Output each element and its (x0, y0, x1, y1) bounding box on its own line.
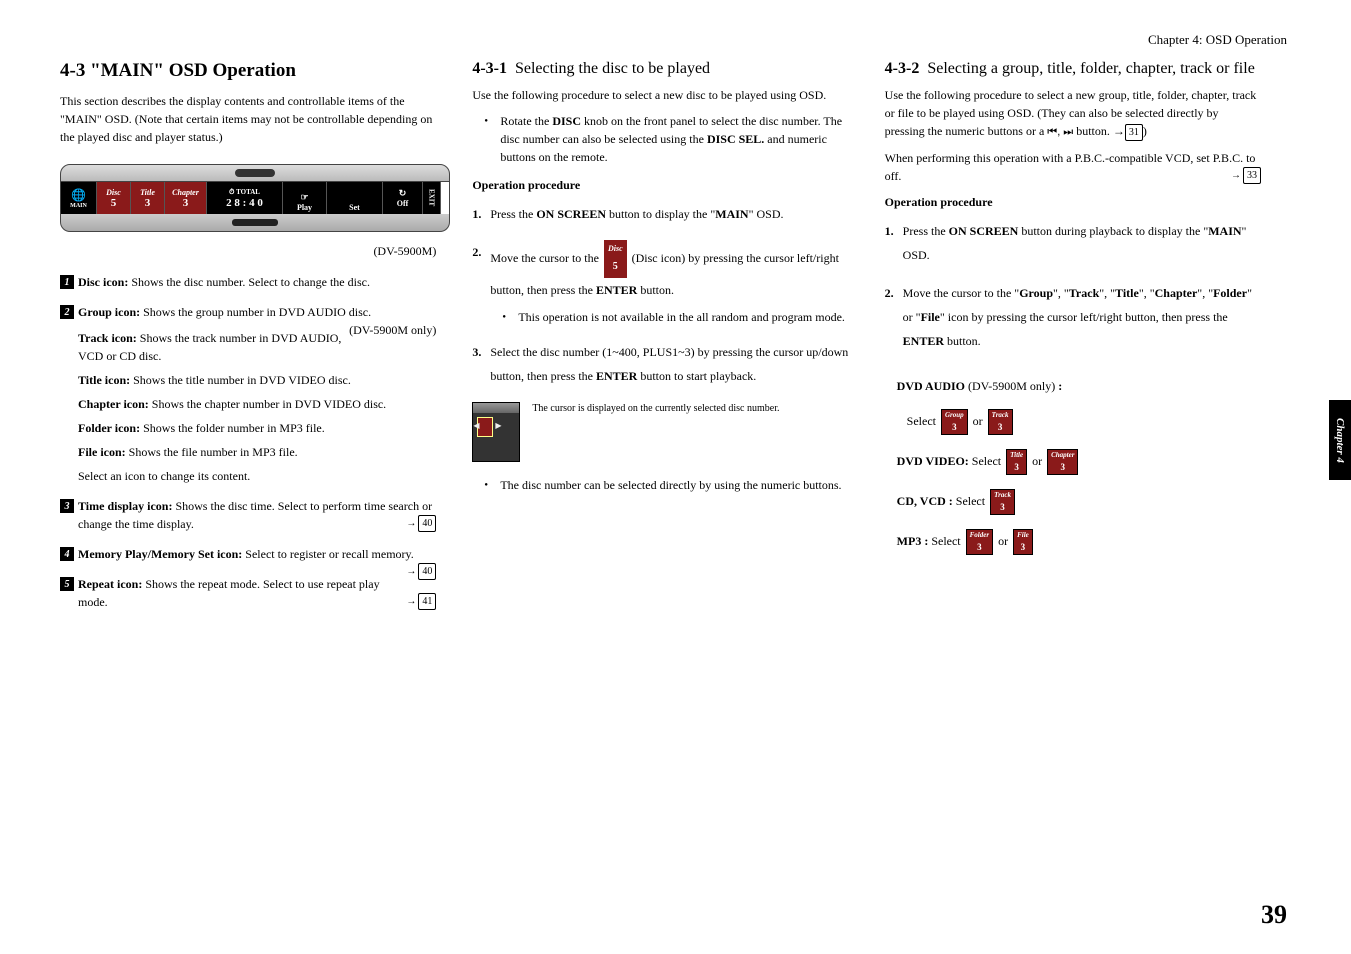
sub431-op-head: Operation procedure (472, 176, 848, 194)
section-intro: This section describes the display conte… (60, 92, 436, 146)
osd-title-label: Title (140, 188, 155, 197)
item-5-lead: Repeat icon: (78, 577, 142, 591)
section-heading: 4-3 "MAIN" OSD Operation (60, 60, 436, 82)
item-3-pageref: 40 (406, 515, 436, 532)
item-1-body: Shows the disc number. Select to change … (128, 275, 370, 289)
sub431-step3: 3. Select the disc number (1~400, PLUS1~… (472, 340, 848, 388)
sub432-op-head: Operation procedure (885, 193, 1261, 211)
track-chip-icon: Track3 (988, 409, 1013, 435)
osd-main-label: MAIN (70, 203, 87, 209)
hand-icon: ☞ (300, 192, 308, 203)
item-2-sub3-lead: Folder icon: (78, 421, 140, 435)
dvdv-line: DVD VIDEO: Select Title3 or Chapter3 (897, 449, 1261, 475)
sub-432-heading: 4-3-2 Selecting a group, title, folder, … (885, 60, 1261, 78)
osd-chapter-label: Chapter (172, 188, 199, 197)
cdvcd-line: CD, VCD : Select Track3 (897, 489, 1261, 515)
mp3-line: MP3 : Select Folder3 or File3 (897, 529, 1261, 555)
disc-chip-icon: Disc5 (604, 240, 627, 278)
title-chip-icon: Title3 (1006, 449, 1027, 475)
item-2-sub0-lead: Track icon: (78, 331, 137, 345)
osd-play-label: Play (297, 203, 312, 212)
osd-disc-value: 5 (111, 197, 117, 209)
column-3: 4-3-2 Selecting a group, title, folder, … (885, 60, 1261, 623)
item-4: 4 Memory Play/Memory Set icon: Select to… (60, 545, 436, 563)
item-3-lead: Time display icon: (78, 499, 172, 513)
item-2-sub2-lead: Chapter icon: (78, 397, 149, 411)
repeat-icon: ↻ (399, 188, 407, 199)
item-2-sub4-body: Shows the file number in MP3 file. (126, 445, 298, 459)
page-number: 39 (1261, 900, 1287, 930)
osd-exit-label: EXIT (428, 189, 436, 206)
thumbnail-row: ◀ ▶ The cursor is displayed on the curre… (472, 402, 848, 462)
clock-icon: ⏱ (229, 188, 234, 196)
item-1-lead: Disc icon: (78, 275, 128, 289)
track-chip2-icon: Track3 (990, 489, 1015, 515)
osd-time-value: 2 8 : 4 0 (226, 197, 263, 209)
column-2: 4-3-1 Selecting the disc to be played Us… (472, 60, 848, 623)
file-chip-icon: File3 (1013, 529, 1033, 555)
sub432-note-pageref: 33 (1231, 167, 1261, 184)
item-2-lead: Group icon: (78, 305, 140, 319)
sub431-step2: 2. Move the cursor to the Disc5 (Disc ic… (472, 240, 848, 326)
sub432-step2: 2. Move the cursor to the "Group", "Trac… (885, 281, 1261, 353)
osd-chapter-value: 3 (183, 197, 189, 209)
item-2-tail: Select an icon to change its content. (78, 467, 436, 485)
thumbnail-caption: The cursor is displayed on the currently… (532, 402, 848, 416)
osd-set-label: Set (349, 203, 360, 212)
side-tab: Chapter 4 (1329, 400, 1351, 480)
item-3: 3 Time display icon: Shows the disc time… (60, 497, 436, 533)
sub432-note: When performing this operation with a P.… (885, 149, 1261, 185)
sub431-final-bullet: The disc number can be selected directly… (472, 476, 848, 494)
sub431-rotate-bullet: Rotate the DISC knob on the front panel … (472, 112, 848, 166)
callout-3-icon: 3 (60, 499, 74, 513)
group-chip-icon: Group3 (941, 409, 968, 435)
osd-total-label: TOTAL (236, 188, 260, 196)
skip-buttons-icon: ⏮, ⏭ (1047, 126, 1073, 138)
item-2-sub1-lead: Title icon: (78, 373, 130, 387)
osd-globe-icon: 🌐 (71, 188, 86, 203)
sub431-step2-bullet: This operation is not available in the a… (490, 308, 848, 326)
main-osd-graphic: 🌐 MAIN Disc 5 Title 3 Chapter 3 ⏱ TOTAL (60, 164, 450, 240)
item-5-pageref: 41 (406, 593, 436, 610)
osd-disc-label: Disc (106, 188, 121, 197)
folder-chip-icon: Folder3 (966, 529, 993, 555)
item-2-sub3-body: Shows the folder number in MP3 file. (140, 421, 325, 435)
sub432-step1: 1. Press the ON SCREEN button during pla… (885, 219, 1261, 267)
osd-thumbnail: ◀ ▶ (472, 402, 520, 462)
format-select-block: DVD AUDIO (DV-5900M only) : Select Group… (897, 377, 1261, 555)
sub431-intro: Use the following procedure to select a … (472, 86, 848, 104)
item-1: 1 Disc icon: Shows the disc number. Sele… (60, 273, 436, 291)
sub432-intro: Use the following procedure to select a … (885, 86, 1261, 141)
arrow-right-icon: ▶ (495, 421, 501, 430)
model-note: (DV-5900M) (60, 244, 436, 259)
item-2-sub4-lead: File icon: (78, 445, 126, 459)
dvda-line: DVD AUDIO (DV-5900M only) : (897, 377, 1261, 395)
osd-off-label: Off (397, 199, 409, 208)
item-2-sub2-body: Shows the chapter number in DVD VIDEO di… (149, 397, 386, 411)
item-4-body: Select to register or recall memory. (242, 547, 414, 561)
callout-5-icon: 5 (60, 577, 74, 591)
callout-4-icon: 4 (60, 547, 74, 561)
sub-431-heading: 4-3-1 Selecting the disc to be played (472, 60, 848, 78)
column-1: 4-3 "MAIN" OSD Operation This section de… (60, 60, 436, 623)
callout-1-icon: 1 (60, 275, 74, 289)
arrow-left-icon: ◀ (473, 421, 479, 430)
osd-title-value: 3 (145, 197, 151, 209)
item-2: 2 Group icon: Shows the group number in … (60, 303, 436, 485)
item-2-body: Shows the group number in DVD AUDIO disc… (140, 305, 371, 319)
item-2-note: (DV-5900M only) (349, 321, 436, 339)
sub431-step1: 1. Press the ON SCREEN button to display… (472, 202, 848, 226)
item-4-lead: Memory Play/Memory Set icon: (78, 547, 242, 561)
chapter-header: Chapter 4: OSD Operation (1148, 32, 1287, 48)
callout-2-icon: 2 (60, 305, 74, 319)
content: 4-3 "MAIN" OSD Operation This section de… (60, 60, 1261, 623)
chapter-chip-icon: Chapter3 (1047, 449, 1078, 475)
dvda-select: Select Group3 or Track3 (907, 409, 1261, 435)
item-2-sub1-body: Shows the title number in DVD VIDEO disc… (130, 373, 351, 387)
item-5: 5 Repeat icon: Shows the repeat mode. Se… (60, 575, 436, 611)
